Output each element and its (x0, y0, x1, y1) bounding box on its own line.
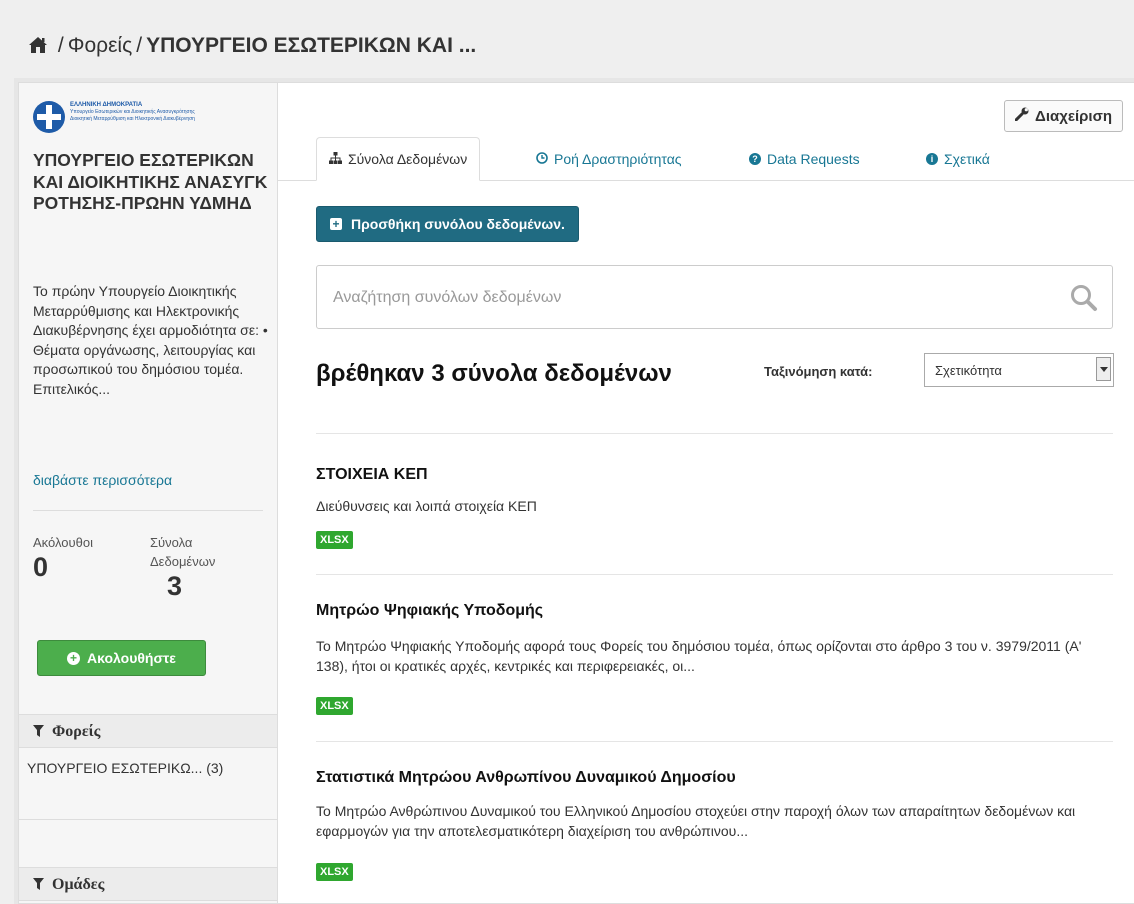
divider (316, 433, 1113, 434)
facet-title: Ομάδες (52, 876, 105, 893)
divider (19, 819, 277, 820)
follow-button-label: Ακολουθήστε (87, 650, 176, 666)
sidebar: ΕΛΛΗΝΙΚΗ ΔΗΜΟΚΡΑΤΙΑ Υπουργείο Εσωτερικών… (19, 83, 278, 903)
datasets-label: Σύνολα Δεδομένων (150, 535, 216, 569)
breadcrumb-current[interactable]: ΥΠΟΥΡΓΕΙΟ ΕΣΩΤΕΡΙΚΩΝ ΚΑΙ ... (146, 34, 476, 57)
read-more-link[interactable]: διαβάστε περισσότερα (33, 472, 172, 488)
dataset-title[interactable]: Στατιστικά Μητρώου Ανθρωπίνου Δυναμικού … (316, 769, 736, 787)
plus-circle-icon: + (67, 651, 81, 665)
format-badge[interactable]: XLSX (316, 863, 353, 881)
divider (33, 510, 263, 511)
plus-square-icon: + (330, 218, 342, 230)
wrench-icon (1014, 107, 1029, 125)
greek-emblem-icon (33, 101, 65, 133)
format-badge[interactable]: XLSX (316, 531, 353, 549)
home-icon[interactable] (28, 36, 48, 60)
tab-activity-stream[interactable]: Ροή Δραστηριότητας (536, 137, 682, 180)
tab-label: Data Requests (767, 150, 860, 167)
manage-button[interactable]: Διαχείριση (1004, 100, 1123, 132)
dataset-title[interactable]: Μητρώο Ψηφιακής Υποδομής (316, 602, 543, 620)
manage-button-label: Διαχείριση (1035, 107, 1112, 125)
org-logo[interactable]: ΕΛΛΗΝΙΚΗ ΔΗΜΟΚΡΑΤΙΑ Υπουργείο Εσωτερικών… (33, 97, 263, 137)
facet-item-organization[interactable]: ΥΠΟΥΡΓΕΙΟ ΕΣΩΤΕΡΙΚΩ... (3) (27, 758, 267, 778)
search-icon[interactable] (1070, 284, 1098, 317)
followers-count: 0 (33, 552, 49, 582)
datasets-stat: Σύνολα Δεδομένων 3 (150, 533, 250, 601)
main-content: Διαχείριση Σύνολα Δεδομένων Ροή Δραστηρι… (278, 83, 1134, 903)
clock-icon (536, 151, 548, 167)
breadcrumb: / Φορείς / ΥΠΟΥΡΓΕΙΟ ΕΣΩΤΕΡΙΚΩΝ ΚΑΙ ... (28, 34, 476, 60)
sort-select[interactable]: Σχετικότητα (924, 353, 1114, 387)
tab-label: Σχετικά (944, 150, 990, 167)
info-icon: i (926, 152, 938, 165)
search-input[interactable] (331, 280, 1035, 316)
breadcrumb-separator: / (57, 34, 64, 57)
divider (316, 574, 1113, 575)
logo-text: ΕΛΛΗΝΙΚΗ ΔΗΜΟΚΡΑΤΙΑ Υπουργείο Εσωτερικών… (70, 101, 270, 123)
tab-label: Ροή Δραστηριότητας (554, 150, 682, 167)
tab-datasets[interactable]: Σύνολα Δεδομένων (316, 137, 481, 181)
search-box (316, 265, 1113, 329)
tab-about[interactable]: i Σχετικά (926, 137, 990, 180)
facet-header-organizations: Φορείς (19, 714, 277, 748)
chevron-down-icon (1096, 357, 1111, 381)
breadcrumb-link-organizations[interactable]: Φορείς (68, 34, 133, 57)
sort-label: Ταξινόμηση κατά: (764, 364, 873, 379)
logo-line: Διοικητική Μεταρρύθμιση και Ηλεκτρονική … (70, 116, 195, 122)
follow-button[interactable]: + Ακολουθήστε (37, 640, 206, 676)
facet-title: Φορείς (52, 723, 101, 740)
content-wrapper: ΕΛΛΗΝΙΚΗ ΔΗΜΟΚΡΑΤΙΑ Υπουργείο Εσωτερικών… (18, 82, 1134, 904)
org-title: ΥΠΟΥΡΓΕΙΟ ΕΣΩΤΕΡΙΚΩΝ ΚΑΙ ΔΙΟΙΚΗΤΙΚΗΣ ΑΝΑ… (33, 150, 268, 213)
add-dataset-button[interactable]: + Προσθήκη συνόλου δεδομένων. (316, 206, 579, 242)
logo-line: Υπουργείο Εσωτερικών και Διοικητικής Ανα… (70, 109, 195, 115)
logo-line: ΕΛΛΗΝΙΚΗ ΔΗΜΟΚΡΑΤΙΑ (70, 102, 143, 108)
tab-data-requests[interactable]: ? Data Requests (749, 137, 860, 180)
followers-stat: Ακόλουθοι 0 (33, 533, 93, 582)
dataset-title[interactable]: ΣΤΟΙΧΕΙΑ ΚΕΠ (316, 466, 428, 484)
followers-label: Ακόλουθοι (33, 535, 93, 550)
question-icon: ? (749, 152, 761, 165)
dataset-description: Διεύθυνσεις και λοιπά στοιχεία ΚΕΠ (316, 498, 537, 514)
filter-icon (33, 877, 44, 895)
filter-icon (33, 724, 44, 742)
add-dataset-label: Προσθήκη συνόλου δεδομένων. (351, 216, 565, 232)
org-description: Το πρώην Υπουργείο Διοικητικής Μεταρρύθμ… (33, 283, 268, 397)
sitemap-icon (329, 151, 342, 167)
dataset-description: Το Μητρώο Ανθρώπινου Δυναμικού του Ελλην… (316, 803, 1076, 839)
tab-bar: Σύνολα Δεδομένων Ροή Δραστηριότητας ? Da… (278, 137, 1134, 181)
tab-label: Σύνολα Δεδομένων (348, 151, 468, 167)
format-badge[interactable]: XLSX (316, 697, 353, 715)
divider (316, 741, 1113, 742)
datasets-count: 3 (167, 571, 183, 601)
facet-header-groups: Ομάδες (19, 867, 277, 901)
breadcrumb-separator: / (136, 34, 143, 57)
sort-selected-value: Σχετικότητα (935, 363, 1002, 378)
results-count-heading: βρέθηκαν 3 σύνολα δεδομένων (316, 360, 672, 387)
dataset-description: Το Μητρώο Ψηφιακής Υποδομής αφορά τους Φ… (316, 638, 1082, 674)
